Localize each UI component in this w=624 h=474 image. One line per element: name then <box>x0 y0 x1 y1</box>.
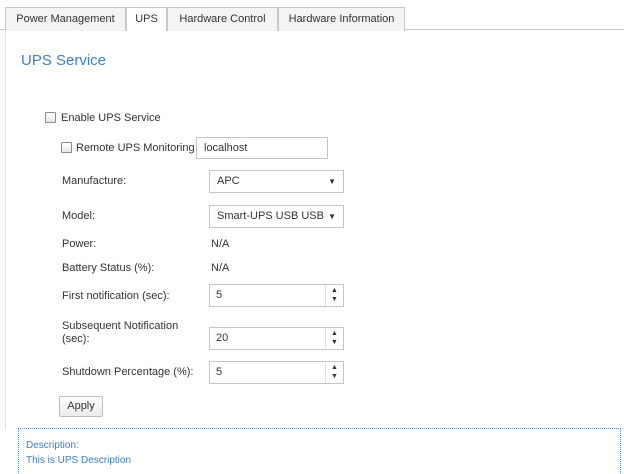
subsequent-notification-label-line2: (sec): <box>62 333 90 345</box>
caret-down-icon: ▼ <box>328 212 336 221</box>
model-selected: Smart-UPS USB USB <box>217 210 324 222</box>
ups-settings-window: Power Management UPS Hardware Control Ha… <box>0 0 624 474</box>
shutdown-percentage-stepper[interactable]: 5 ▲ ▼ <box>209 361 344 384</box>
caret-down-icon: ▼ <box>328 177 336 186</box>
remote-monitoring-label: Remote UPS Monitoring <box>76 142 195 154</box>
spin-down-icon[interactable]: ▼ <box>326 295 343 305</box>
model-select[interactable]: Smart-UPS USB USB ▼ <box>209 205 344 228</box>
stepper-arrows: ▲ ▼ <box>325 328 343 349</box>
first-notification-stepper[interactable]: 5 ▲ ▼ <box>209 284 344 307</box>
tab-bar: Power Management UPS Hardware Control Ha… <box>0 0 624 31</box>
tab-hardware-information[interactable]: Hardware Information <box>278 7 405 31</box>
power-label: Power: <box>62 238 97 250</box>
remote-monitoring-checkbox[interactable] <box>61 142 72 153</box>
shutdown-percentage-label: Shutdown Percentage (%): <box>62 366 194 378</box>
subsequent-notification-value: 20 <box>216 332 229 344</box>
spin-down-icon[interactable]: ▼ <box>326 338 343 348</box>
description-heading: Description: <box>26 440 79 451</box>
model-label: Model: <box>62 210 96 222</box>
manufacture-label: Manufacture: <box>62 175 127 187</box>
apply-button[interactable]: Apply <box>59 396 103 417</box>
subsequent-notification-label-line1: Subsequent Notification <box>62 320 179 332</box>
description-text: This is UPS Description <box>26 455 132 466</box>
enable-ups-label: Enable UPS Service <box>61 112 161 124</box>
first-notification-label: First notification (sec): <box>62 290 170 302</box>
panel-left-border <box>5 30 6 430</box>
tab-ups[interactable]: UPS <box>126 7 167 31</box>
spin-down-icon[interactable]: ▼ <box>326 372 343 382</box>
stepper-arrows: ▲ ▼ <box>325 285 343 306</box>
power-value: N/A <box>211 238 230 250</box>
enable-ups-checkbox[interactable] <box>45 112 56 123</box>
stepper-arrows: ▲ ▼ <box>325 362 343 383</box>
first-notification-value: 5 <box>216 289 223 301</box>
manufacture-selected: APC <box>217 175 240 187</box>
tab-power-management[interactable]: Power Management <box>5 7 126 31</box>
subsequent-notification-label: Subsequent Notification (sec): <box>62 320 178 346</box>
shutdown-percentage-value: 5 <box>216 366 223 378</box>
battery-status-label: Battery Status (%): <box>62 262 155 274</box>
manufacture-select[interactable]: APC ▼ <box>209 170 344 193</box>
battery-status-value: N/A <box>211 262 230 274</box>
section-title: UPS Service <box>21 52 107 69</box>
description-box <box>18 428 621 474</box>
tab-hardware-control[interactable]: Hardware Control <box>167 7 278 31</box>
remote-host-input[interactable] <box>196 137 328 159</box>
subsequent-notification-stepper[interactable]: 20 ▲ ▼ <box>209 327 344 350</box>
